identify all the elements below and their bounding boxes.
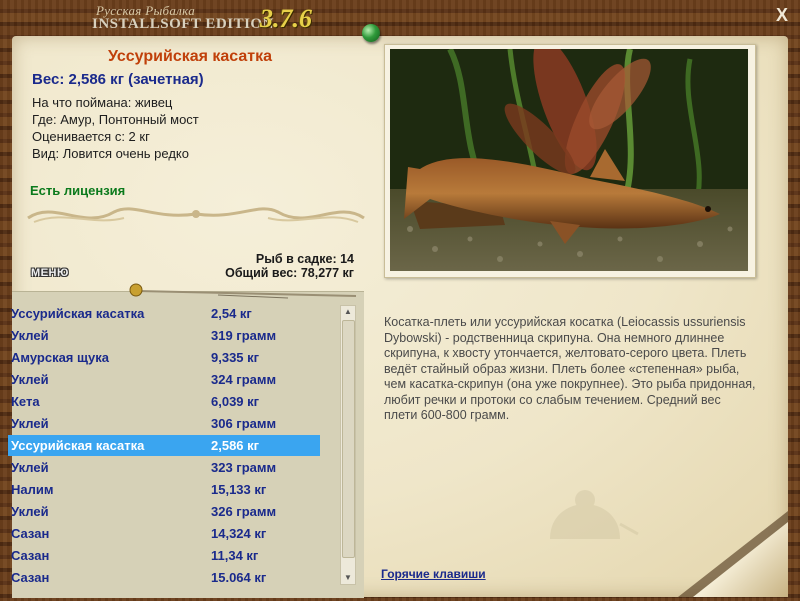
list-item[interactable]: Амурская щука 9,335 кг	[8, 347, 320, 368]
list-item[interactable]: Уклей 323 грамм	[8, 457, 320, 478]
catch-fish-name: Уссурийская касатка	[11, 306, 145, 321]
catch-fish-weight: 6,039 кг	[211, 394, 260, 409]
total-weight: Общий вес: 78,277 кг	[225, 266, 354, 280]
catch-fish-weight: 323 грамм	[211, 460, 277, 475]
list-item[interactable]: Сазан 15.064 кг	[8, 567, 320, 588]
version-label: 3.7.6	[260, 4, 312, 33]
list-item[interactable]: Сазан 14,324 кг	[8, 523, 320, 544]
list-item[interactable]: Уклей 306 грамм	[8, 413, 320, 434]
catch-fish-weight: 9,335 кг	[211, 350, 260, 365]
catch-fish-name: Кета	[11, 394, 40, 409]
catch-fish-name: Сазан	[11, 548, 50, 563]
catch-fish-weight: 15,133 кг	[211, 482, 267, 497]
catch-fish-weight: 15.064 кг	[211, 570, 267, 585]
page-curl	[693, 522, 788, 597]
hotkeys-link[interactable]: Горячие клавиши	[381, 567, 486, 581]
chevron-down-icon[interactable]: ▼	[341, 572, 355, 584]
catch-fish-name: Уклей	[11, 372, 49, 387]
catch-fish-name: Уклей	[11, 504, 49, 519]
list-item[interactable]: Кета 6,039 кг	[8, 391, 320, 412]
fish-description: Косатка-плеть или уссурийская косатка (L…	[384, 315, 756, 422]
catch-fish-name: Сазан	[11, 570, 50, 585]
catch-stats: Рыб в садке: 14 Общий вес: 78,277 кг	[190, 252, 354, 280]
catch-fish-name: Уклей	[11, 416, 49, 431]
list-item-selected[interactable]: Уссурийская касатка 2,586 кг	[8, 435, 320, 456]
list-scrollbar[interactable]: ▲ ▼	[340, 305, 356, 585]
green-pin-icon	[362, 24, 380, 42]
catch-fish-weight: 324 грамм	[211, 372, 277, 387]
list-item[interactable]: Уссурийская касатка 2,54 кг	[8, 303, 320, 324]
catch-fish-weight: 11,34 кг	[211, 548, 259, 563]
fish-weight: Вес: 2,586 кг (зачетная)	[32, 71, 204, 88]
list-item[interactable]: Уклей 324 грамм	[8, 369, 320, 390]
catch-fish-weight: 319 грамм	[211, 328, 277, 343]
list-item[interactable]: Налим 15,133 кг	[8, 479, 320, 500]
catch-fish-name: Уссурийская касатка	[11, 438, 145, 453]
bait-info: На что поймана: живец	[32, 95, 173, 110]
app-title: Русская Рыбалка INSTALLSOFT EDITION 3.7.…	[92, 2, 332, 34]
catch-fish-name: Налим	[11, 482, 54, 497]
list-item[interactable]: Сазан 11,34 кг	[8, 545, 320, 566]
chevron-up-icon[interactable]: ▲	[341, 306, 355, 318]
rarity-info: Вид: Ловится очень редко	[32, 146, 189, 161]
catch-fish-weight: 14,324 кг	[211, 526, 267, 541]
title-edition: INSTALLSOFT EDITION	[92, 16, 274, 32]
catch-fish-name: Уклей	[11, 328, 49, 343]
list-item[interactable]: Уклей 319 грамм	[8, 325, 320, 346]
catch-fish-weight: 2,54 кг	[211, 306, 252, 321]
ornament-divider	[27, 207, 365, 223]
catch-fish-weight: 306 грамм	[211, 416, 277, 431]
close-icon: X	[775, 5, 788, 25]
rating-info: Оценивается с: 2 кг	[32, 129, 150, 144]
close-button[interactable]: X	[772, 5, 792, 25]
fisherman-watermark	[550, 490, 639, 539]
catch-fish-name: Сазан	[11, 526, 50, 541]
scrollbar-thumb[interactable]	[342, 320, 355, 558]
menu-button[interactable]: МЕНЮ	[31, 267, 69, 279]
catch-fish-weight: 2,586 кг	[211, 438, 260, 453]
catch-fish-weight: 326 грамм	[211, 504, 277, 519]
fish-photo-illustration	[390, 49, 748, 271]
catch-fish-name: Амурская щука	[11, 350, 109, 365]
fishing-rod-decoration	[129, 283, 357, 299]
fish-count: Рыб в садке: 14	[255, 252, 354, 266]
location-info: Где: Амур, Понтонный мост	[32, 112, 199, 127]
fish-photo	[390, 49, 748, 271]
catch-fish-name: Уклей	[11, 460, 49, 475]
list-item[interactable]: Уклей 326 грамм	[8, 501, 320, 522]
fish-name: Уссурийская касатка	[107, 48, 273, 65]
